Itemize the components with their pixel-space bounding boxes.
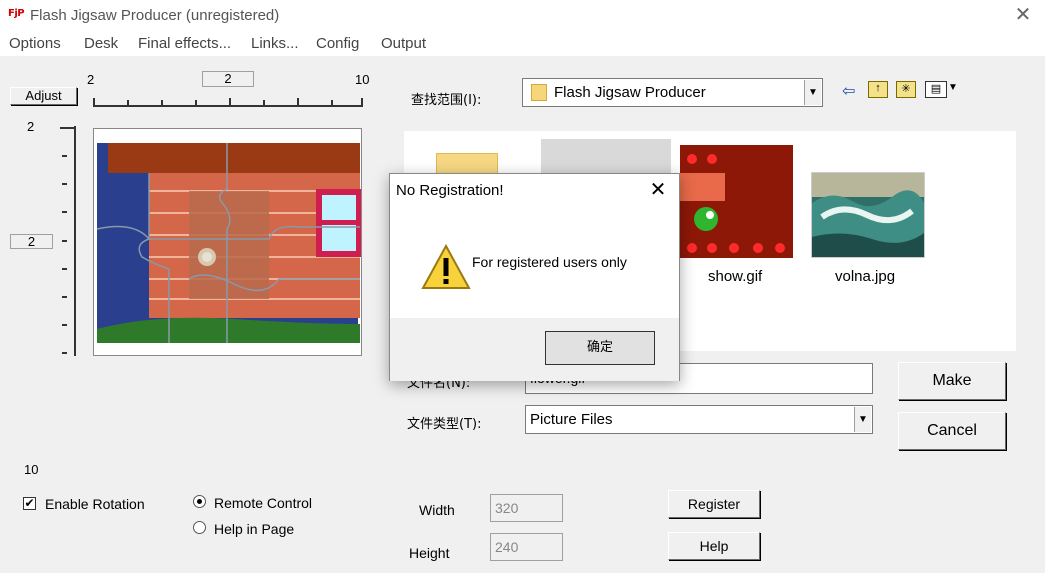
menu-output[interactable]: Output <box>381 35 426 52</box>
adjust-button[interactable]: Adjust <box>10 87 77 105</box>
window-close-icon[interactable]: ✕ <box>1012 4 1034 26</box>
menu-options[interactable]: Options <box>9 35 61 52</box>
help-in-page-label[interactable]: Help in Page <box>214 521 294 537</box>
no-registration-dialog: No Registration! ✕ For registered users … <box>389 173 680 381</box>
v-ruler-value[interactable]: 2 <box>10 234 53 249</box>
enable-rotation-checkbox[interactable]: ✔ <box>23 497 36 510</box>
help-in-page-radio[interactable] <box>193 521 206 534</box>
height-input[interactable]: 240 <box>490 533 563 561</box>
h-ruler-max: 10 <box>355 72 370 87</box>
v-ruler-max: 10 <box>24 462 39 477</box>
menu-links[interactable]: Links... <box>251 35 299 52</box>
enable-rotation-label[interactable]: Enable Rotation <box>45 496 145 512</box>
dialog-message: For registered users only <box>472 254 627 270</box>
file-name-volna[interactable]: volna.jpg <box>835 268 895 285</box>
menu-desk[interactable]: Desk <box>84 35 118 52</box>
remote-control-label[interactable]: Remote Control <box>214 495 312 511</box>
h-ruler-line[interactable] <box>93 105 363 107</box>
show-gif-thumbnail[interactable] <box>680 145 793 258</box>
register-button[interactable]: Register <box>668 490 760 518</box>
menu-config[interactable]: Config <box>316 35 359 52</box>
warning-icon <box>421 244 471 289</box>
look-in-label: 查找范围(I): <box>411 93 482 108</box>
file-name-show[interactable]: show.gif <box>708 268 762 285</box>
make-button[interactable]: Make <box>898 362 1006 400</box>
help-button[interactable]: Help <box>668 532 760 560</box>
title-bar: FjP Flash Jigsaw Producer (unregistered)… <box>0 0 1045 32</box>
filetype-chevron-down-icon[interactable]: ▼ <box>854 407 871 432</box>
filetype-label: 文件类型(T): <box>407 417 482 432</box>
dialog-close-icon[interactable]: ✕ <box>646 178 670 202</box>
dialog-footer: 确定 <box>390 318 679 381</box>
dialog-ok-button[interactable]: 确定 <box>545 331 655 365</box>
filetype-value: Picture Files <box>530 411 613 428</box>
v-ruler-min: 2 <box>27 119 35 134</box>
puzzle-preview-image <box>96 143 361 343</box>
back-arrow-icon[interactable]: ⇦ <box>842 81 855 101</box>
remote-control-radio[interactable] <box>193 495 206 508</box>
app-icon: FjP <box>8 8 25 19</box>
view-menu-chevron-icon[interactable]: ▼ <box>948 82 958 93</box>
up-folder-icon[interactable]: ↑ <box>868 81 888 98</box>
cancel-button[interactable]: Cancel <box>898 412 1006 450</box>
look-in-value: Flash Jigsaw Producer <box>554 84 706 101</box>
new-folder-icon[interactable]: ✳ <box>896 81 916 98</box>
chevron-down-icon[interactable]: ▼ <box>804 80 821 105</box>
window-title: Flash Jigsaw Producer (unregistered) <box>30 7 280 24</box>
puzzle-preview[interactable] <box>93 128 362 356</box>
volna-jpg-thumbnail[interactable] <box>811 172 925 258</box>
width-label: Width <box>419 502 455 518</box>
menu-bar: Options Desk Final effects... Links... C… <box>0 32 1045 56</box>
v-ruler-line[interactable] <box>74 126 76 356</box>
menu-final-effects[interactable]: Final effects... <box>138 35 231 52</box>
height-label: Height <box>409 545 450 561</box>
width-input[interactable]: 320 <box>490 494 563 522</box>
h-ruler-value[interactable]: 2 <box>202 71 254 87</box>
folder-icon <box>531 84 547 101</box>
dialog-title: No Registration! <box>396 182 504 199</box>
filetype-combo[interactable]: Picture Files ▼ <box>525 405 873 434</box>
view-menu-icon[interactable]: ▤ <box>925 81 947 98</box>
look-in-combo[interactable]: Flash Jigsaw Producer ▼ <box>522 78 823 107</box>
h-ruler-min: 2 <box>87 72 95 87</box>
